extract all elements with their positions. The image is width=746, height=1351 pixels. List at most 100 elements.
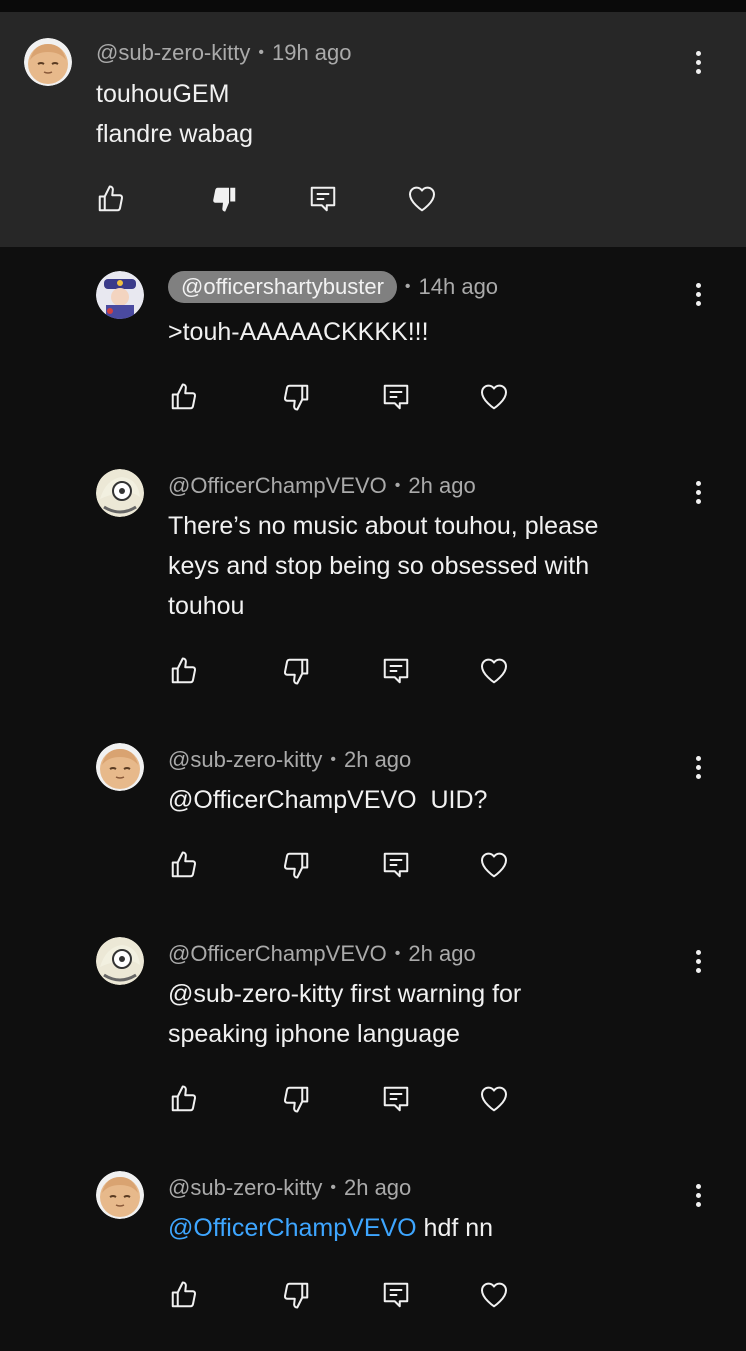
kitty-avatar-icon [96, 1171, 144, 1219]
thumbs-up-icon [171, 851, 197, 878]
like-button[interactable] [164, 1275, 204, 1315]
heart-button[interactable] [474, 651, 514, 691]
avatar[interactable] [96, 743, 144, 791]
comment-text-line: >touh-AAAAACKKKK!!! [168, 318, 429, 346]
comment-item: @sub-zero-kitty • 19h ago touhouGEM flan… [0, 12, 746, 247]
champ-avatar-icon [96, 469, 144, 517]
comment-meta: @sub-zero-kitty • 2h ago [168, 747, 411, 773]
comment-text: @OfficerChampVEVO hdf nn [168, 1208, 493, 1248]
reply-icon [383, 1086, 409, 1112]
more-vertical-icon[interactable] [686, 46, 710, 78]
avatar[interactable] [24, 38, 72, 86]
comment-time: 2h ago [343, 747, 412, 772]
reply-item: @sub-zero-kitty • 2h ago @OfficerChampVE… [0, 1145, 746, 1351]
comment-text-line: There’s no music about touhou, please [168, 512, 599, 540]
comment-actions [164, 651, 524, 691]
separator: • [330, 751, 336, 768]
more-vertical-icon[interactable] [686, 278, 710, 310]
comment-text: >touh-AAAAACKKKK!!! [168, 312, 429, 352]
thumbs-up-icon [171, 1281, 197, 1308]
avatar[interactable] [96, 469, 144, 517]
comment-author[interactable]: @OfficerChampVEVO [168, 473, 387, 499]
thumbs-up-icon [171, 1085, 197, 1112]
comment-actions [164, 377, 524, 417]
reply-item: @sub-zero-kitty • 2h ago @OfficerChampVE… [0, 717, 746, 911]
comment-time: 2h ago [408, 941, 476, 966]
heart-icon [481, 658, 507, 684]
heart-icon [481, 852, 507, 878]
mention-link[interactable]: @OfficerChampVEVO [168, 1214, 417, 1242]
comment-text-line: @OfficerChampVEVO hdf nn [168, 1208, 493, 1248]
more-vertical-icon[interactable] [686, 751, 710, 783]
avatar[interactable] [96, 1171, 144, 1219]
comment-meta: @sub-zero-kitty • 2h ago [168, 1175, 411, 1201]
thumbs-down-icon [283, 852, 309, 879]
reply-button[interactable] [376, 651, 416, 691]
heart-button[interactable] [402, 179, 442, 219]
more-vertical-icon[interactable] [686, 476, 710, 508]
separator: • [394, 477, 401, 494]
dislike-button[interactable] [276, 651, 316, 691]
avatar[interactable] [96, 937, 144, 985]
comment-time: 19h ago [271, 40, 352, 65]
reply-button[interactable] [376, 1275, 416, 1315]
reply-icon [383, 658, 409, 684]
like-button[interactable] [164, 1079, 204, 1119]
comment-author[interactable]: @officershartybuster [168, 271, 397, 303]
kitty-avatar-icon [96, 743, 144, 791]
comment-author[interactable]: @sub-zero-kitty [96, 40, 250, 66]
like-button[interactable] [164, 651, 204, 691]
thumbs-up-icon [171, 383, 197, 410]
dislike-button[interactable] [276, 845, 316, 885]
comment-text: @OfficerChampVEVO UID? [168, 780, 487, 820]
more-vertical-icon[interactable] [686, 945, 710, 977]
heart-button[interactable] [474, 1275, 514, 1315]
heart-button[interactable] [474, 377, 514, 417]
comment-text-rest: hdf nn [416, 1214, 494, 1242]
comment-actions [164, 1079, 524, 1119]
thumbs-down-icon [283, 1086, 309, 1113]
reply-button[interactable] [376, 377, 416, 417]
comment-time: 14h ago [418, 274, 499, 299]
comment-text-line: touhou [168, 592, 245, 620]
like-button[interactable] [91, 179, 131, 219]
reply-item: @OfficerChampVEVO • 2h ago @sub-zero-kit… [0, 911, 746, 1145]
heart-button[interactable] [474, 1079, 514, 1119]
comment-text: touhouGEM flandre wabag [96, 74, 253, 154]
comment-actions [91, 179, 451, 219]
separator: • [258, 44, 264, 61]
heart-icon [409, 186, 435, 212]
officer-avatar-icon [96, 271, 144, 319]
comment-text-line: @sub-zero-kitty first warning for [168, 980, 522, 1008]
reply-button[interactable] [376, 845, 416, 885]
thumbs-down-icon [283, 384, 309, 411]
reply-item: @officershartybuster • 14h ago >touh-AAA… [0, 247, 746, 443]
avatar[interactable] [96, 271, 144, 319]
comment-author[interactable]: @sub-zero-kitty [168, 1175, 322, 1201]
comment-text-line: touhouGEM [96, 80, 230, 108]
comment-text: @sub-zero-kitty first warning for speaki… [168, 974, 521, 1054]
dislike-button[interactable] [276, 1079, 316, 1119]
reply-button[interactable] [303, 179, 343, 219]
like-button[interactable] [164, 377, 204, 417]
dislike-button[interactable] [204, 179, 244, 219]
thumbs-down-icon [283, 658, 309, 685]
reply-button[interactable] [376, 1079, 416, 1119]
separator: • [404, 278, 411, 295]
reply-item: @OfficerChampVEVO • 2h ago There’s no mu… [0, 443, 746, 717]
dislike-button[interactable] [276, 1275, 316, 1315]
heart-icon [481, 1086, 507, 1112]
comment-author[interactable]: @OfficerChampVEVO [168, 941, 387, 967]
heart-icon [481, 1282, 507, 1308]
heart-icon [481, 384, 507, 410]
comment-time: 2h ago [408, 473, 476, 498]
comment-meta: @sub-zero-kitty • 19h ago [96, 40, 352, 66]
comment-text-line: keys and stop being so obsessed with [168, 552, 590, 580]
dislike-button[interactable] [276, 377, 316, 417]
comment-author[interactable]: @sub-zero-kitty [168, 747, 322, 773]
heart-button[interactable] [474, 845, 514, 885]
comment-time: 2h ago [343, 1175, 412, 1200]
like-button[interactable] [164, 845, 204, 885]
reply-icon [310, 186, 336, 212]
more-vertical-icon[interactable] [686, 1179, 710, 1211]
